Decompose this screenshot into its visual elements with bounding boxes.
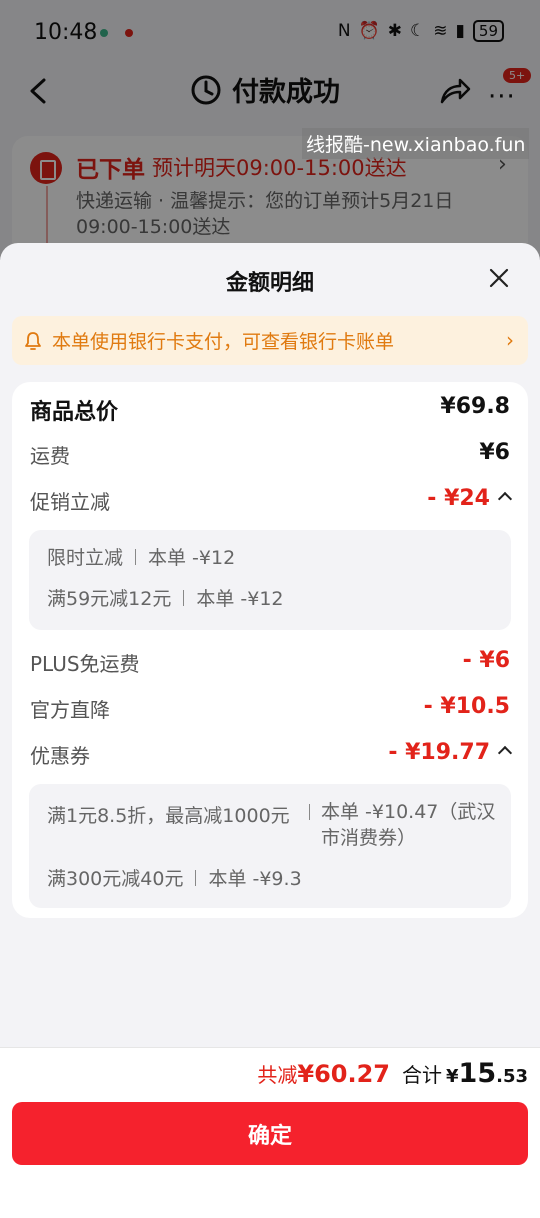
checkout-footer: 共减 ¥60.27 合计 ¥ 15 .53 确定 (0, 1047, 540, 1218)
shipping-label: 运费 (30, 444, 70, 468)
plus-shipping-label: PLUS免运费 (30, 652, 140, 676)
separator (309, 804, 310, 820)
promo-item-name: 限时立减 (47, 547, 124, 569)
total-label: 合计 (402, 1063, 442, 1087)
plus-shipping-row: PLUS免运费 - ¥6 (30, 648, 510, 682)
coupon-row[interactable]: 优惠券 - ¥19.77 (30, 740, 513, 774)
goods-total-value: ¥69.8 (440, 394, 510, 419)
plus-shipping-value: - ¥6 (462, 648, 510, 673)
close-icon[interactable] (488, 267, 510, 289)
chevron-right-icon: › (506, 328, 514, 352)
promo-value: - ¥24 (427, 486, 490, 511)
confirm-button[interactable]: 确定 (12, 1102, 528, 1165)
coupon-item: 满300元减40元 本单 -¥9.3 (47, 866, 302, 892)
coupon-label: 优惠券 (30, 744, 90, 768)
bell-icon (25, 331, 41, 350)
official-discount-row: 官方直降 - ¥10.5 (30, 694, 510, 728)
saved-value: ¥60.27 (297, 1060, 390, 1088)
coupon-item-name: 满300元减40元 (47, 868, 184, 890)
watermark: 线报酷-new.xianbao.fun (302, 128, 530, 159)
saved-label: 共减 (257, 1063, 298, 1087)
official-discount-label: 官方直降 (30, 698, 110, 722)
totals-summary: 共减 ¥60.27 合计 ¥ 15 .53 (257, 1058, 528, 1089)
goods-total-label: 商品总价 (30, 400, 119, 425)
sheet-title: 金额明细 (225, 271, 314, 296)
promo-row[interactable]: 促销立减 - ¥24 (30, 486, 513, 520)
chevron-up-icon[interactable] (497, 491, 513, 507)
promo-item: 限时立减 本单 -¥12 (47, 545, 235, 571)
coupon-value: - ¥19.77 (388, 740, 490, 765)
promo-item-amount: 本单 -¥12 (148, 547, 236, 569)
shipping-value: ¥6 (479, 440, 510, 465)
separator (135, 549, 137, 565)
coupon-item-amount: 本单 -¥10.47（武汉市消费券） (321, 801, 496, 849)
total-decimal: .53 (496, 1066, 528, 1087)
sheet-header: 金额明细 (0, 243, 540, 313)
total-currency: ¥ (446, 1066, 459, 1087)
goods-total-row: 商品总价 ¥69.8 (30, 394, 510, 428)
notice-text: 本单使用银行卡支付，可查看银行卡账单 (52, 331, 395, 353)
promo-breakdown: 限时立减 本单 -¥12 满59元减12元 本单 -¥12 (29, 530, 511, 630)
coupon-item-amount: 本单 -¥9.3 (208, 868, 302, 890)
coupon-item-name: 满1元8.5折，最高减1000元 (47, 805, 290, 827)
bank-card-notice[interactable]: 本单使用银行卡支付，可查看银行卡账单 › (12, 316, 528, 365)
coupon-value-group: - ¥19.77 (388, 740, 513, 765)
promo-item-name: 满59元减12元 (47, 588, 172, 610)
coupon-breakdown: 满1元8.5折，最高减1000元 本单 -¥10.47（武汉市消费券） 满300… (29, 784, 511, 908)
shipping-row: 运费 ¥6 (30, 440, 510, 474)
amount-detail-card: 商品总价 ¥69.8 运费 ¥6 促销立减 - ¥24 限时立减 本单 -¥12 … (12, 382, 528, 918)
official-discount-value: - ¥10.5 (423, 694, 510, 719)
total-integer: 15 (458, 1058, 497, 1089)
separator (183, 590, 185, 606)
promo-label: 促销立减 (30, 490, 110, 514)
promo-item-amount: 本单 -¥12 (196, 588, 284, 610)
promo-value-group: - ¥24 (427, 486, 513, 511)
promo-item: 满59元减12元 本单 -¥12 (47, 586, 284, 612)
separator (195, 870, 197, 886)
chevron-up-icon[interactable] (497, 745, 513, 761)
